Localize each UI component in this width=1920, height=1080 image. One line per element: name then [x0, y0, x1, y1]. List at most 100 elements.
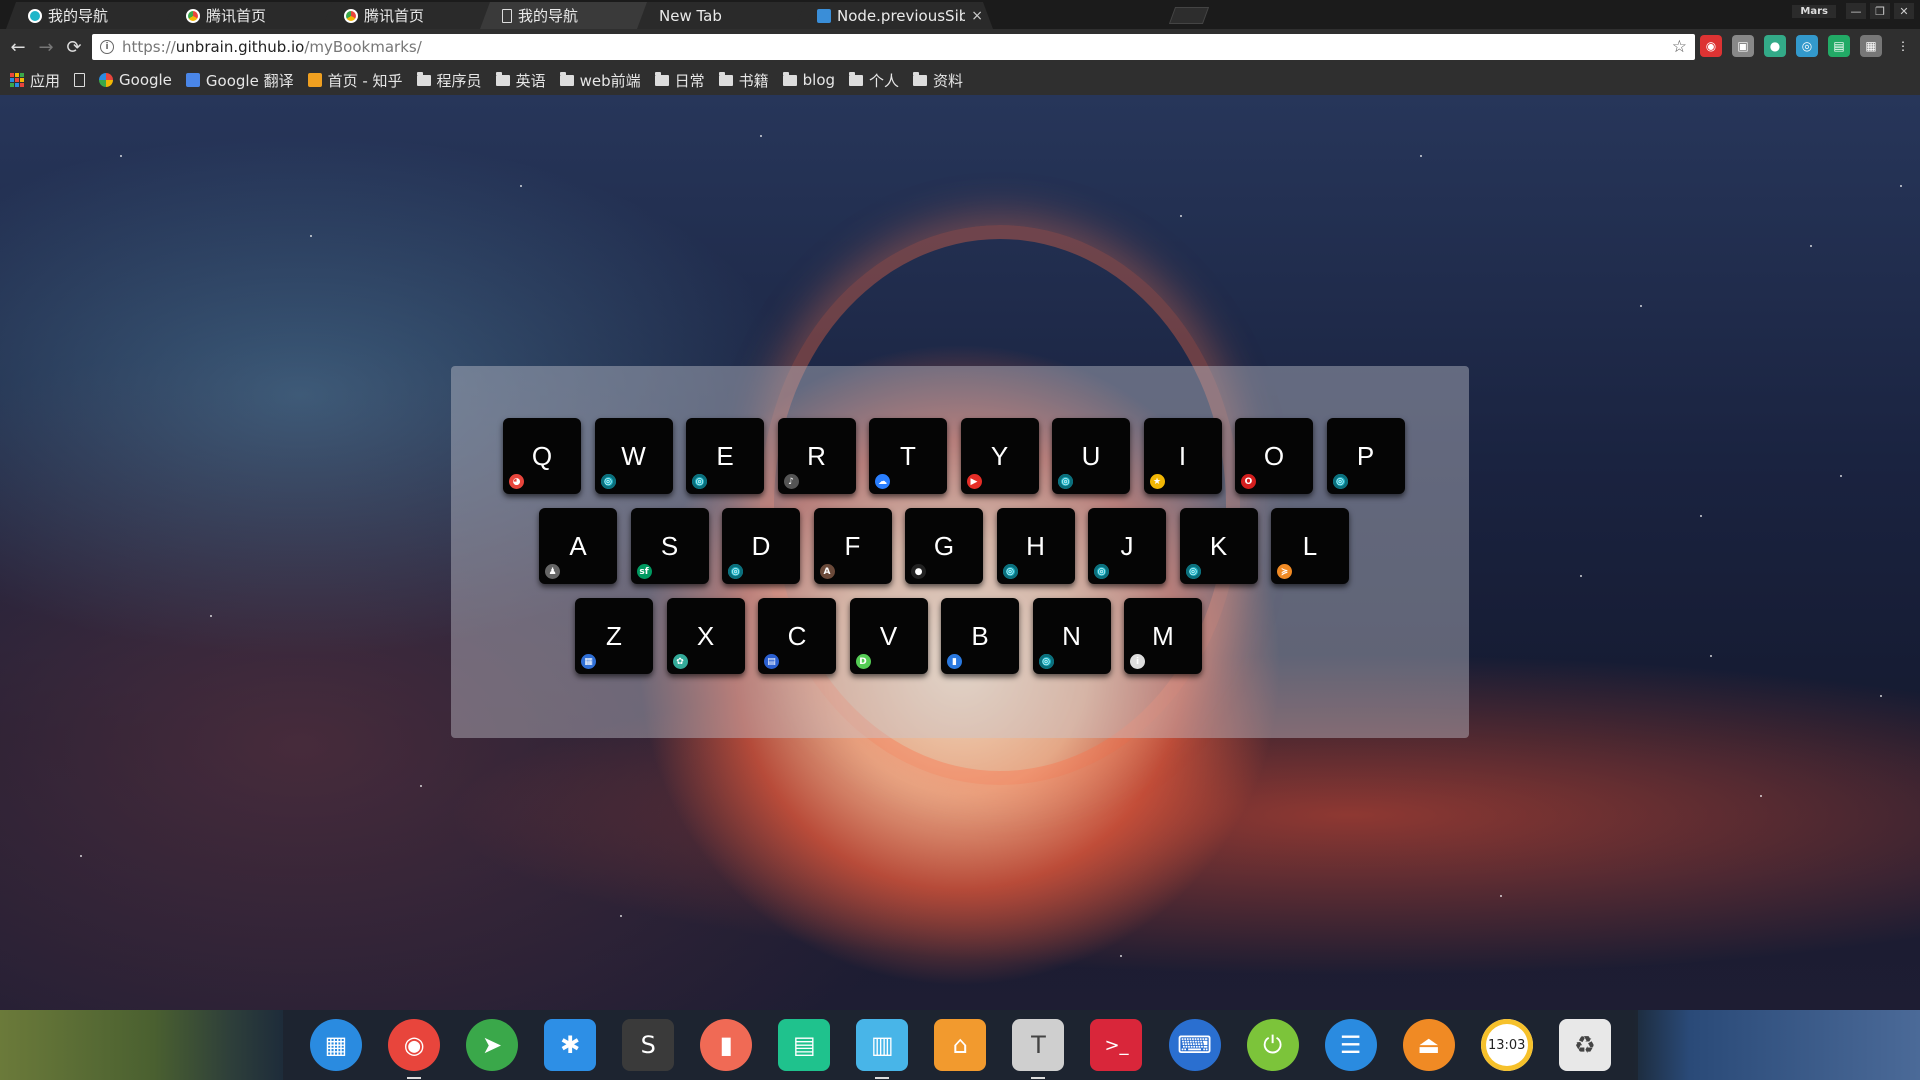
key-l[interactable]: L ≽ [1271, 508, 1349, 584]
blue-circle-icon[interactable]: ◎ [1796, 35, 1818, 57]
key-x[interactable]: X ✿ [666, 598, 745, 674]
gray-box-icon[interactable]: ▦ [1860, 35, 1882, 57]
green-d-icon: D [855, 654, 871, 669]
red-shield-icon[interactable]: ◉ [1700, 35, 1722, 57]
key-j[interactable]: J ◎ [1088, 508, 1166, 584]
terminal-green-icon[interactable]: ▤ [778, 1019, 831, 1071]
eject-icon[interactable]: ⏏ [1402, 1019, 1455, 1071]
key-q[interactable]: Q ◕ [503, 418, 581, 494]
folder-icon [654, 71, 669, 86]
terminal-icon[interactable]: >_ [1090, 1019, 1143, 1071]
running-indicator [407, 1077, 422, 1079]
bookmark-folder[interactable]: 书籍 [718, 70, 769, 91]
green-square-icon[interactable]: ▤ [1828, 35, 1850, 57]
star-dot [1810, 245, 1812, 247]
bookmark-folder[interactable]: 英语 [495, 70, 546, 91]
close-window-button[interactable]: ✕ [1894, 3, 1914, 19]
key-v[interactable]: VD [849, 598, 928, 674]
key-t[interactable]: T ☁ [869, 418, 947, 494]
key-o[interactable]: OO [1235, 418, 1313, 494]
address-bar[interactable]: i https:// unbrain.github.io /myBookmark… [92, 34, 1695, 60]
tab-favicon-icon [344, 9, 358, 23]
cyan-globe-icon: ◎ [1038, 654, 1054, 669]
url-path: /myBookmarks/ [304, 38, 422, 56]
trash-icon[interactable]: ♻ [1558, 1019, 1611, 1071]
running-indicator [875, 1077, 890, 1079]
telegram-icon[interactable]: ➤ [466, 1019, 519, 1071]
bookmark-folder[interactable]: 资料 [913, 70, 963, 91]
key-y[interactable]: Y ▶ [960, 418, 1039, 494]
tab-title: New Tab [659, 6, 722, 25]
yellow-app-icon: ★ [1149, 474, 1165, 489]
key-f[interactable]: FA [813, 508, 892, 584]
key-b[interactable]: B ▮ [941, 598, 1019, 674]
star-app-icon[interactable]: ✱ [544, 1019, 597, 1071]
bookmark-folder[interactable]: 个人 [849, 70, 899, 91]
launcher-icon[interactable]: ▦ [310, 1019, 363, 1071]
key-letter: J [1120, 530, 1134, 561]
star-dot [1880, 695, 1882, 697]
bookmark-page[interactable] [74, 73, 86, 87]
star-dot [210, 615, 212, 617]
reload-button[interactable]: ⟳ [60, 33, 88, 61]
cyan-globe-icon: ◎ [1058, 474, 1073, 489]
key-s[interactable]: Ssf [630, 508, 709, 584]
chrome-icon[interactable]: ◉ [388, 1019, 441, 1079]
key-z[interactable]: Z ▦ [575, 598, 653, 674]
back-button[interactable]: ← [4, 33, 32, 61]
profile-name[interactable]: Mars [1792, 4, 1836, 18]
key-h[interactable]: H ◎ [996, 508, 1075, 584]
key-u[interactable]: U ◎ [1052, 418, 1130, 494]
bookmark-google[interactable]: Google [99, 71, 172, 89]
star-dot [1640, 305, 1642, 307]
bookmark-folder[interactable]: blog [782, 71, 835, 89]
bookmark-folder[interactable]: web前端 [559, 70, 641, 91]
file-manager-icon[interactable]: ▥ [856, 1019, 909, 1079]
bookmark-translate[interactable]: Google 翻译 [185, 70, 294, 91]
menu-dots-icon[interactable]: ⋮ [1892, 35, 1914, 57]
key-e[interactable]: E ◎ [686, 418, 764, 494]
new-tab-button[interactable] [1168, 7, 1210, 24]
key-g[interactable]: G ● [905, 508, 983, 584]
dock-glyph: S [640, 1031, 656, 1059]
key-k[interactable]: K ◎ [1179, 508, 1258, 584]
dock-glyph: ⏻ [1263, 1031, 1283, 1059]
key-letter: W [621, 440, 646, 471]
key-c[interactable]: C ▤ [758, 598, 836, 674]
text-editor-icon[interactable]: T [1012, 1019, 1065, 1079]
wifi-icon[interactable]: ☰ [1324, 1019, 1377, 1071]
bookmark-icon: ▮ [947, 654, 962, 669]
key-i[interactable]: I ★ [1143, 418, 1222, 494]
bookmark-label: Google 翻译 [205, 71, 294, 90]
key-p[interactable]: P ◎ [1326, 418, 1405, 494]
store-icon[interactable]: ⌂ [934, 1019, 987, 1071]
dock-glyph: ✱ [560, 1031, 581, 1059]
bookmark-zhihu[interactable]: 首页 - 知乎 [307, 70, 403, 91]
green-plug-icon[interactable]: ⏻ [1246, 1019, 1299, 1071]
apps-grid-icon [10, 73, 24, 87]
key-w[interactable]: W ◎ [594, 418, 673, 494]
site-info-icon[interactable]: i [100, 40, 114, 54]
bookmark-folder[interactable]: 日常 [654, 70, 705, 91]
key-a[interactable]: A ♟ [539, 508, 617, 584]
tab-5[interactable]: Node.previousSibl × [795, 2, 993, 29]
sublime-icon[interactable]: S [622, 1019, 675, 1071]
bookmark-folder[interactable]: 程序员 [416, 70, 482, 91]
restore-button[interactable]: ❐ [1870, 3, 1890, 19]
key-n[interactable]: N ◎ [1032, 598, 1111, 674]
bookmark-star-icon[interactable]: ☆ [1672, 37, 1687, 57]
image-ext-icon[interactable]: ▣ [1732, 35, 1754, 57]
key-r[interactable]: R ♪ [777, 418, 856, 494]
key-m[interactable]: Mi [1124, 598, 1202, 674]
keyboard-app-icon[interactable]: ⌨ [1168, 1019, 1221, 1071]
tab-title: Node.previousSibl [837, 6, 966, 25]
key-d[interactable]: D ◎ [722, 508, 800, 584]
screen-record-icon[interactable]: ▮ [700, 1019, 753, 1071]
clock-icon[interactable]: 13:03 [1480, 1019, 1533, 1071]
green-dot-icon[interactable]: ● [1764, 35, 1786, 57]
tab-close-icon[interactable]: × [971, 8, 983, 24]
cyan-globe-icon: ◎ [692, 474, 707, 489]
forward-button[interactable]: → [32, 33, 60, 61]
bookmark-apps[interactable]: 应用 [10, 70, 60, 91]
minimize-button[interactable]: — [1846, 3, 1866, 19]
